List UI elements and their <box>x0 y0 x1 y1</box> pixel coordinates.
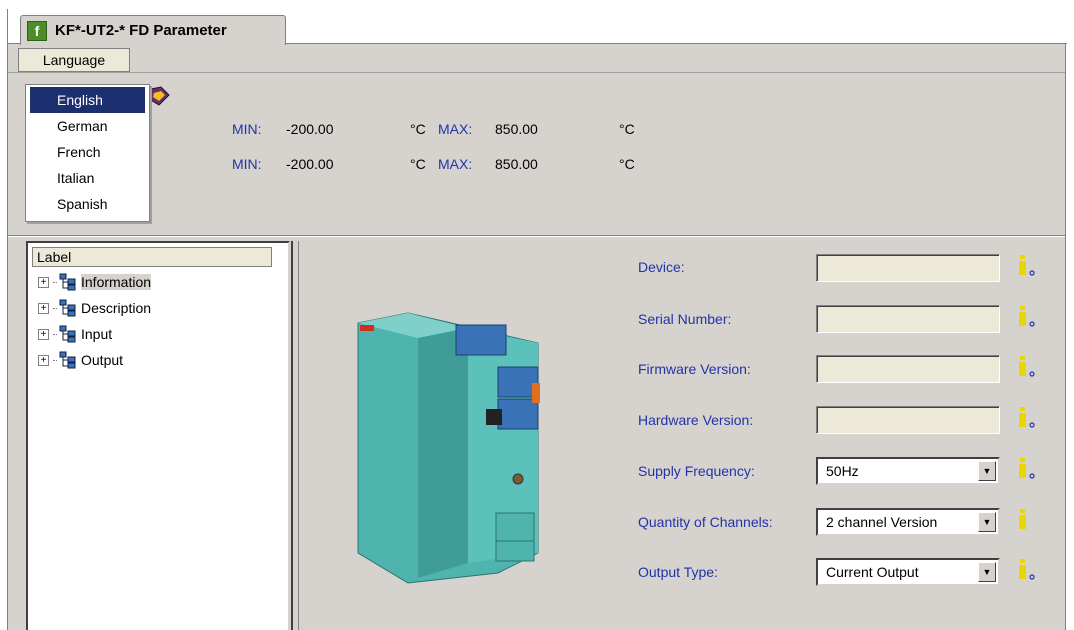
firmware-version-label: Firmware Version: <box>638 361 751 377</box>
tab-fd-parameter[interactable]: f KF*-UT2-* FD Parameter <box>20 15 286 45</box>
panel-divider <box>8 235 1065 237</box>
expand-icon[interactable]: + <box>38 328 49 340</box>
device-image <box>357 312 540 584</box>
language-option-french[interactable]: French <box>26 139 149 165</box>
expand-icon[interactable]: + <box>38 276 49 288</box>
tree-item-output[interactable]: + Output <box>38 349 123 371</box>
tree-item-input[interactable]: + Input <box>38 323 112 345</box>
min-value: -200.00 <box>286 121 334 137</box>
device-label: Device: <box>638 259 685 275</box>
tree-item-label: Input <box>81 326 113 342</box>
min-unit: °C <box>410 121 426 137</box>
min-label: MIN: <box>232 121 262 137</box>
tab-strip: f KF*-UT2-* FD Parameter <box>8 9 1067 45</box>
hardware-version-label: Hardware Version: <box>638 412 754 428</box>
max-unit: °C <box>619 156 635 172</box>
supply-frequency-value: 50Hz <box>826 463 859 479</box>
info-icon[interactable] <box>1015 354 1037 380</box>
language-option-italian[interactable]: Italian <box>26 165 149 191</box>
max-unit: °C <box>619 121 635 137</box>
tree-item-information[interactable]: + Information <box>38 271 152 293</box>
expand-icon[interactable]: + <box>38 302 49 314</box>
output-type-label: Output Type: <box>638 564 718 580</box>
max-label: MAX: <box>438 121 473 137</box>
panel-splitter[interactable] <box>291 241 299 630</box>
tree-node-icon <box>59 351 76 369</box>
tree-column-header[interactable]: Label <box>32 247 272 267</box>
info-icon[interactable] <box>1015 405 1037 431</box>
menu-language[interactable]: Language <box>18 48 130 72</box>
hardware-version-field <box>816 406 1000 434</box>
supply-frequency-select[interactable]: 50Hz ▼ <box>816 457 1000 485</box>
menu-bar: Language <box>8 45 1065 73</box>
chevron-down-icon[interactable]: ▼ <box>978 562 996 582</box>
tree-item-label: Information <box>81 274 152 290</box>
serial-number-field <box>816 305 1000 333</box>
device-field <box>816 254 1000 282</box>
language-option-english[interactable]: English <box>30 87 145 113</box>
info-icon[interactable] <box>1015 507 1037 533</box>
firmware-version-field <box>816 355 1000 383</box>
min-value: -200.00 <box>286 156 334 172</box>
info-icon[interactable] <box>1015 253 1037 279</box>
min-unit: °C <box>410 156 426 172</box>
min-label: MIN: <box>232 156 262 172</box>
tree-node-icon <box>59 273 76 291</box>
info-icon[interactable] <box>1015 557 1037 583</box>
output-type-value: Current Output <box>826 564 919 580</box>
quantity-of-channels-select[interactable]: 2 channel Version ▼ <box>816 508 1000 536</box>
tree-item-label: Description <box>81 300 152 316</box>
application-window: f KF*-UT2-* FD Parameter Language 0 MIN:… <box>7 9 1067 630</box>
expand-icon[interactable]: + <box>38 354 49 366</box>
chevron-down-icon[interactable]: ▼ <box>978 512 996 532</box>
info-icon[interactable] <box>1015 304 1037 330</box>
serial-number-label: Serial Number: <box>638 311 732 327</box>
info-icon[interactable] <box>1015 456 1037 482</box>
tree-view[interactable]: Label + Information + Description + Inpu… <box>26 241 290 630</box>
max-value: 850.00 <box>495 121 538 137</box>
tree-node-icon <box>59 325 76 343</box>
output-type-select[interactable]: Current Output ▼ <box>816 558 1000 586</box>
max-value: 850.00 <box>495 156 538 172</box>
language-dropdown-menu: English German French Italian Spanish <box>25 84 150 222</box>
tree-item-label: Output <box>81 352 124 368</box>
tab-title: KF*-UT2-* FD Parameter <box>55 22 227 39</box>
quantity-of-channels-value: 2 channel Version <box>826 514 938 530</box>
tree-node-icon <box>59 299 76 317</box>
language-option-spanish[interactable]: Spanish <box>26 191 149 217</box>
max-label: MAX: <box>438 156 473 172</box>
pepperl-fuchs-logo-icon: f <box>27 20 47 41</box>
tree-item-description[interactable]: + Description <box>38 297 151 319</box>
quantity-of-channels-label: Quantity of Channels: <box>638 514 773 530</box>
language-option-german[interactable]: German <box>26 113 149 139</box>
chevron-down-icon[interactable]: ▼ <box>978 461 996 481</box>
supply-frequency-label: Supply Frequency: <box>638 463 755 479</box>
